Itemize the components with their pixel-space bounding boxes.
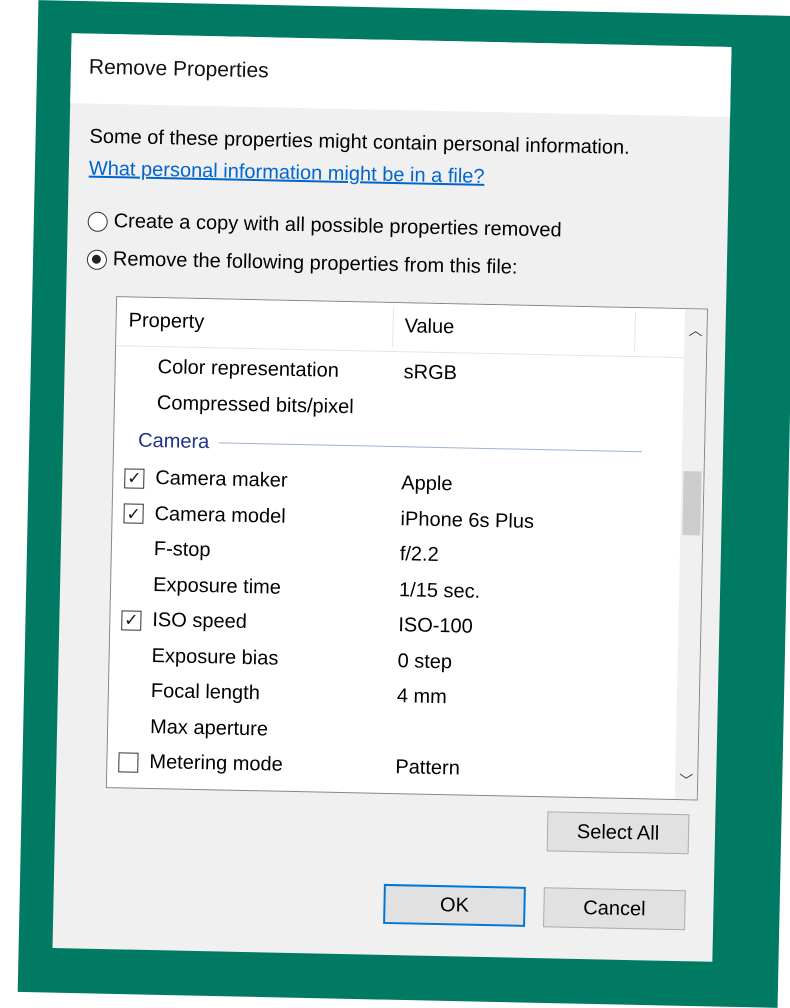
option-remove-following-label: Remove the following properties from thi…: [112, 248, 518, 279]
column-divider[interactable]: [392, 306, 394, 347]
option-create-copy-label: Create a copy with all possible properti…: [113, 210, 562, 242]
property-value: sRGB: [403, 361, 458, 385]
property-value: 4 mm: [396, 685, 448, 709]
column-header-property[interactable]: Property: [128, 309, 204, 334]
property-value: iPhone 6s Plus: [400, 507, 535, 533]
property-name: Camera model: [154, 502, 286, 528]
option-create-copy[interactable]: Create a copy with all possible properti…: [87, 210, 562, 243]
scroll-up-icon[interactable]: ︿: [684, 315, 707, 345]
property-name: Exposure time: [152, 573, 282, 599]
property-name: Focal length: [150, 680, 261, 705]
camera-maker-checkbox[interactable]: ✓: [124, 468, 145, 489]
property-name: F-stop: [153, 538, 211, 562]
cancel-button[interactable]: Cancel: [543, 887, 686, 931]
personal-info-link[interactable]: What personal information might be in a …: [89, 158, 485, 189]
option-remove-following[interactable]: Remove the following properties from thi…: [86, 248, 518, 280]
property-value: Apple: [401, 472, 453, 496]
metering-mode-checkbox[interactable]: [118, 752, 139, 773]
property-name: Color representation: [157, 356, 340, 383]
list-header: Property Value: [116, 297, 686, 359]
scroll-thumb[interactable]: [682, 471, 702, 536]
title-bar: Remove Properties: [70, 33, 732, 117]
iso-speed-checkbox[interactable]: ✓: [121, 610, 142, 631]
select-all-button[interactable]: Select All: [546, 811, 690, 855]
radio-remove-following[interactable]: [86, 249, 108, 270]
group-divider: [219, 441, 643, 452]
ok-button[interactable]: OK: [383, 883, 526, 927]
list-rows: Color representation sRGB Compressed bit…: [107, 349, 684, 791]
property-name: Max aperture: [149, 715, 269, 741]
properties-list[interactable]: Property Value Color representation sRGB…: [105, 296, 709, 801]
remove-properties-dialog: Remove Properties Some of these properti…: [52, 33, 732, 962]
property-name: Camera maker: [155, 467, 288, 493]
property-name: Exposure bias: [151, 644, 279, 670]
group-label: Camera: [137, 429, 210, 453]
column-header-value[interactable]: Value: [404, 315, 454, 339]
property-value: Pattern: [395, 756, 461, 780]
property-name: ISO speed: [152, 609, 248, 634]
property-name: Metering mode: [149, 751, 284, 777]
scroll-down-icon[interactable]: ﹀: [675, 765, 698, 795]
property-value: ISO-100: [398, 614, 474, 638]
property-name: Compressed bits/pixel: [156, 391, 354, 418]
column-divider[interactable]: [634, 312, 636, 353]
property-value: f/2.2: [399, 543, 439, 567]
property-value: 0 step: [397, 649, 453, 674]
info-text: Some of these properties might contain p…: [89, 125, 630, 159]
property-value: 1/15 sec.: [398, 578, 481, 603]
dialog-title: Remove Properties: [88, 55, 269, 83]
radio-create-copy[interactable]: [87, 211, 108, 232]
camera-model-checkbox[interactable]: ✓: [123, 503, 144, 525]
